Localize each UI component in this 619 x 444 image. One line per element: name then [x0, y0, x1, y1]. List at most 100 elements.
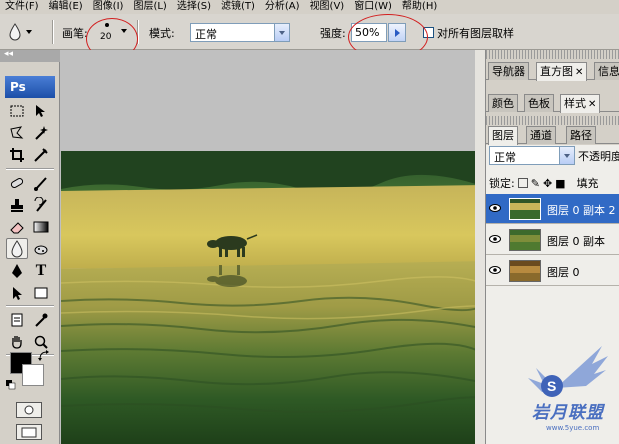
- sponge-icon: [34, 245, 48, 254]
- lasso-tool[interactable]: [6, 122, 28, 143]
- close-icon[interactable]: ✕: [588, 99, 596, 110]
- default-colors-icon[interactable]: [6, 380, 16, 390]
- menu-image[interactable]: 图像(I): [88, 0, 129, 14]
- brush-tool[interactable]: [30, 172, 52, 193]
- notes-tool[interactable]: [6, 309, 28, 330]
- watermark-text: 岩月联盟: [532, 403, 604, 423]
- panel-tabs-color: 颜色 色板 样式 ✕: [486, 92, 619, 113]
- menu-help[interactable]: 帮助(H): [397, 0, 442, 14]
- panel-grip[interactable]: [486, 50, 619, 59]
- vertical-scrollbar[interactable]: [475, 50, 485, 444]
- menu-layer[interactable]: 图层(L): [128, 0, 171, 14]
- tab-styles[interactable]: 样式 ✕: [560, 94, 601, 113]
- tab-histogram-label: 直方图: [540, 65, 573, 78]
- separator: [52, 20, 54, 44]
- lock-transparency-icon[interactable]: [517, 178, 528, 188]
- layer-thumbnail: [509, 198, 541, 220]
- watermark: S 岩月联盟 www.5yue.com: [506, 338, 616, 442]
- layer-name: 图层 0: [547, 266, 580, 279]
- shape-tool[interactable]: [30, 282, 52, 303]
- eye-icon[interactable]: [489, 204, 501, 212]
- brush-picker[interactable]: 20: [96, 19, 130, 45]
- history-brush-tool[interactable]: [30, 194, 52, 215]
- background-color-swatch[interactable]: [22, 364, 44, 386]
- eyedropper-slice-tool[interactable]: [30, 144, 52, 165]
- tab-navigator[interactable]: 导航器: [488, 62, 529, 80]
- menu-filter[interactable]: 滤镜(T): [216, 0, 260, 14]
- hand-tool[interactable]: [6, 331, 28, 352]
- close-icon[interactable]: ✕: [575, 67, 583, 78]
- blur-drop-icon: [9, 23, 21, 41]
- panel-tabs-layers: 图层 通道 路径: [486, 124, 619, 145]
- tab-paths[interactable]: 路径: [566, 126, 596, 144]
- tab-channels[interactable]: 通道: [526, 126, 556, 144]
- type-tool[interactable]: T: [30, 260, 52, 281]
- swap-colors-icon[interactable]: [38, 350, 50, 362]
- mode-value: 正常: [195, 28, 217, 41]
- ps-logo[interactable]: Ps: [5, 76, 55, 98]
- strength-input[interactable]: 50%: [351, 23, 387, 42]
- blur-tool[interactable]: [6, 238, 28, 259]
- toolbox: Ps T: [0, 62, 60, 444]
- menu-view[interactable]: 视图(V): [305, 0, 350, 14]
- tab-histogram[interactable]: 直方图 ✕: [536, 62, 588, 81]
- chevron-down-icon: [26, 30, 32, 34]
- blend-mode-dropdown-button[interactable]: [559, 147, 574, 164]
- eye-icon[interactable]: [489, 266, 501, 274]
- tool-preset-picker[interactable]: [8, 21, 42, 43]
- layer-row[interactable]: 图层 0: [486, 256, 619, 286]
- rectangle-icon: [34, 287, 48, 298]
- lock-row: 锁定: ✎ ✥ ■ 填充: [489, 174, 619, 192]
- menu-file[interactable]: 文件(F): [0, 0, 44, 14]
- sample-all-layers-checkbox[interactable]: [423, 27, 434, 38]
- layer-thumbnail: [509, 229, 541, 251]
- landscape-photo[interactable]: [61, 151, 485, 444]
- eraser-tool[interactable]: [6, 216, 28, 237]
- lock-all-icon[interactable]: ■: [555, 177, 565, 190]
- eye-icon[interactable]: [489, 235, 501, 243]
- layer-row[interactable]: 图层 0 副本 2: [486, 194, 619, 224]
- layer-row[interactable]: 图层 0 副本: [486, 225, 619, 255]
- tab-swatches[interactable]: 色板: [524, 94, 554, 112]
- tab-info[interactable]: 信息: [594, 62, 619, 80]
- quick-mask-button[interactable]: [16, 402, 42, 418]
- document-canvas[interactable]: [61, 50, 485, 444]
- move-tool[interactable]: [30, 100, 52, 121]
- tab-layers[interactable]: 图层: [488, 126, 518, 145]
- eyedropper-icon: [35, 313, 48, 327]
- lock-pixels-icon[interactable]: ✎: [531, 177, 540, 190]
- menu-edit[interactable]: 编辑(E): [44, 0, 88, 14]
- fill-label: 填充: [576, 177, 599, 190]
- tab-color[interactable]: 颜色: [488, 94, 518, 112]
- mode-label: 模式:: [149, 27, 175, 40]
- gradient-tool[interactable]: [30, 216, 52, 237]
- menu-window[interactable]: 窗口(W): [349, 0, 397, 14]
- blend-mode-select[interactable]: 正常: [489, 146, 575, 165]
- crop-tool[interactable]: [6, 144, 28, 165]
- marquee-tool[interactable]: [6, 100, 28, 121]
- strength-slider-button[interactable]: [388, 23, 406, 42]
- zoom-tool[interactable]: [30, 331, 52, 352]
- history-brush-icon: [34, 196, 47, 212]
- healing-tool[interactable]: [6, 172, 28, 193]
- menu-select[interactable]: 选择(S): [172, 0, 216, 14]
- magic-wand-tool[interactable]: [30, 122, 52, 143]
- photoshop-window: 文件(F) 编辑(E) 图像(I) 图层(L) 选择(S) 滤镜(T) 分析(A…: [0, 0, 619, 444]
- toolbox-header[interactable]: ◂◂: [0, 49, 60, 62]
- blend-mode-value: 正常: [494, 151, 516, 164]
- dodge-tool[interactable]: [30, 238, 52, 259]
- lock-position-icon[interactable]: ✥: [543, 177, 552, 190]
- path-select-tool[interactable]: [6, 282, 28, 303]
- gradient-icon: [33, 221, 49, 232]
- collapse-icon: ◂◂: [4, 49, 14, 59]
- eyedropper-tool[interactable]: [30, 309, 52, 330]
- mode-select[interactable]: 正常: [190, 23, 290, 42]
- chevron-down-icon: [279, 30, 285, 35]
- pen-tool[interactable]: [6, 260, 28, 281]
- menu-analysis[interactable]: 分析(A): [260, 0, 305, 14]
- brush-tip-icon: [105, 23, 109, 27]
- mode-dropdown-button[interactable]: [274, 24, 289, 41]
- quick-mask-icon: [24, 405, 34, 415]
- screen-mode-button[interactable]: [16, 424, 42, 440]
- clone-stamp-tool[interactable]: [6, 194, 28, 215]
